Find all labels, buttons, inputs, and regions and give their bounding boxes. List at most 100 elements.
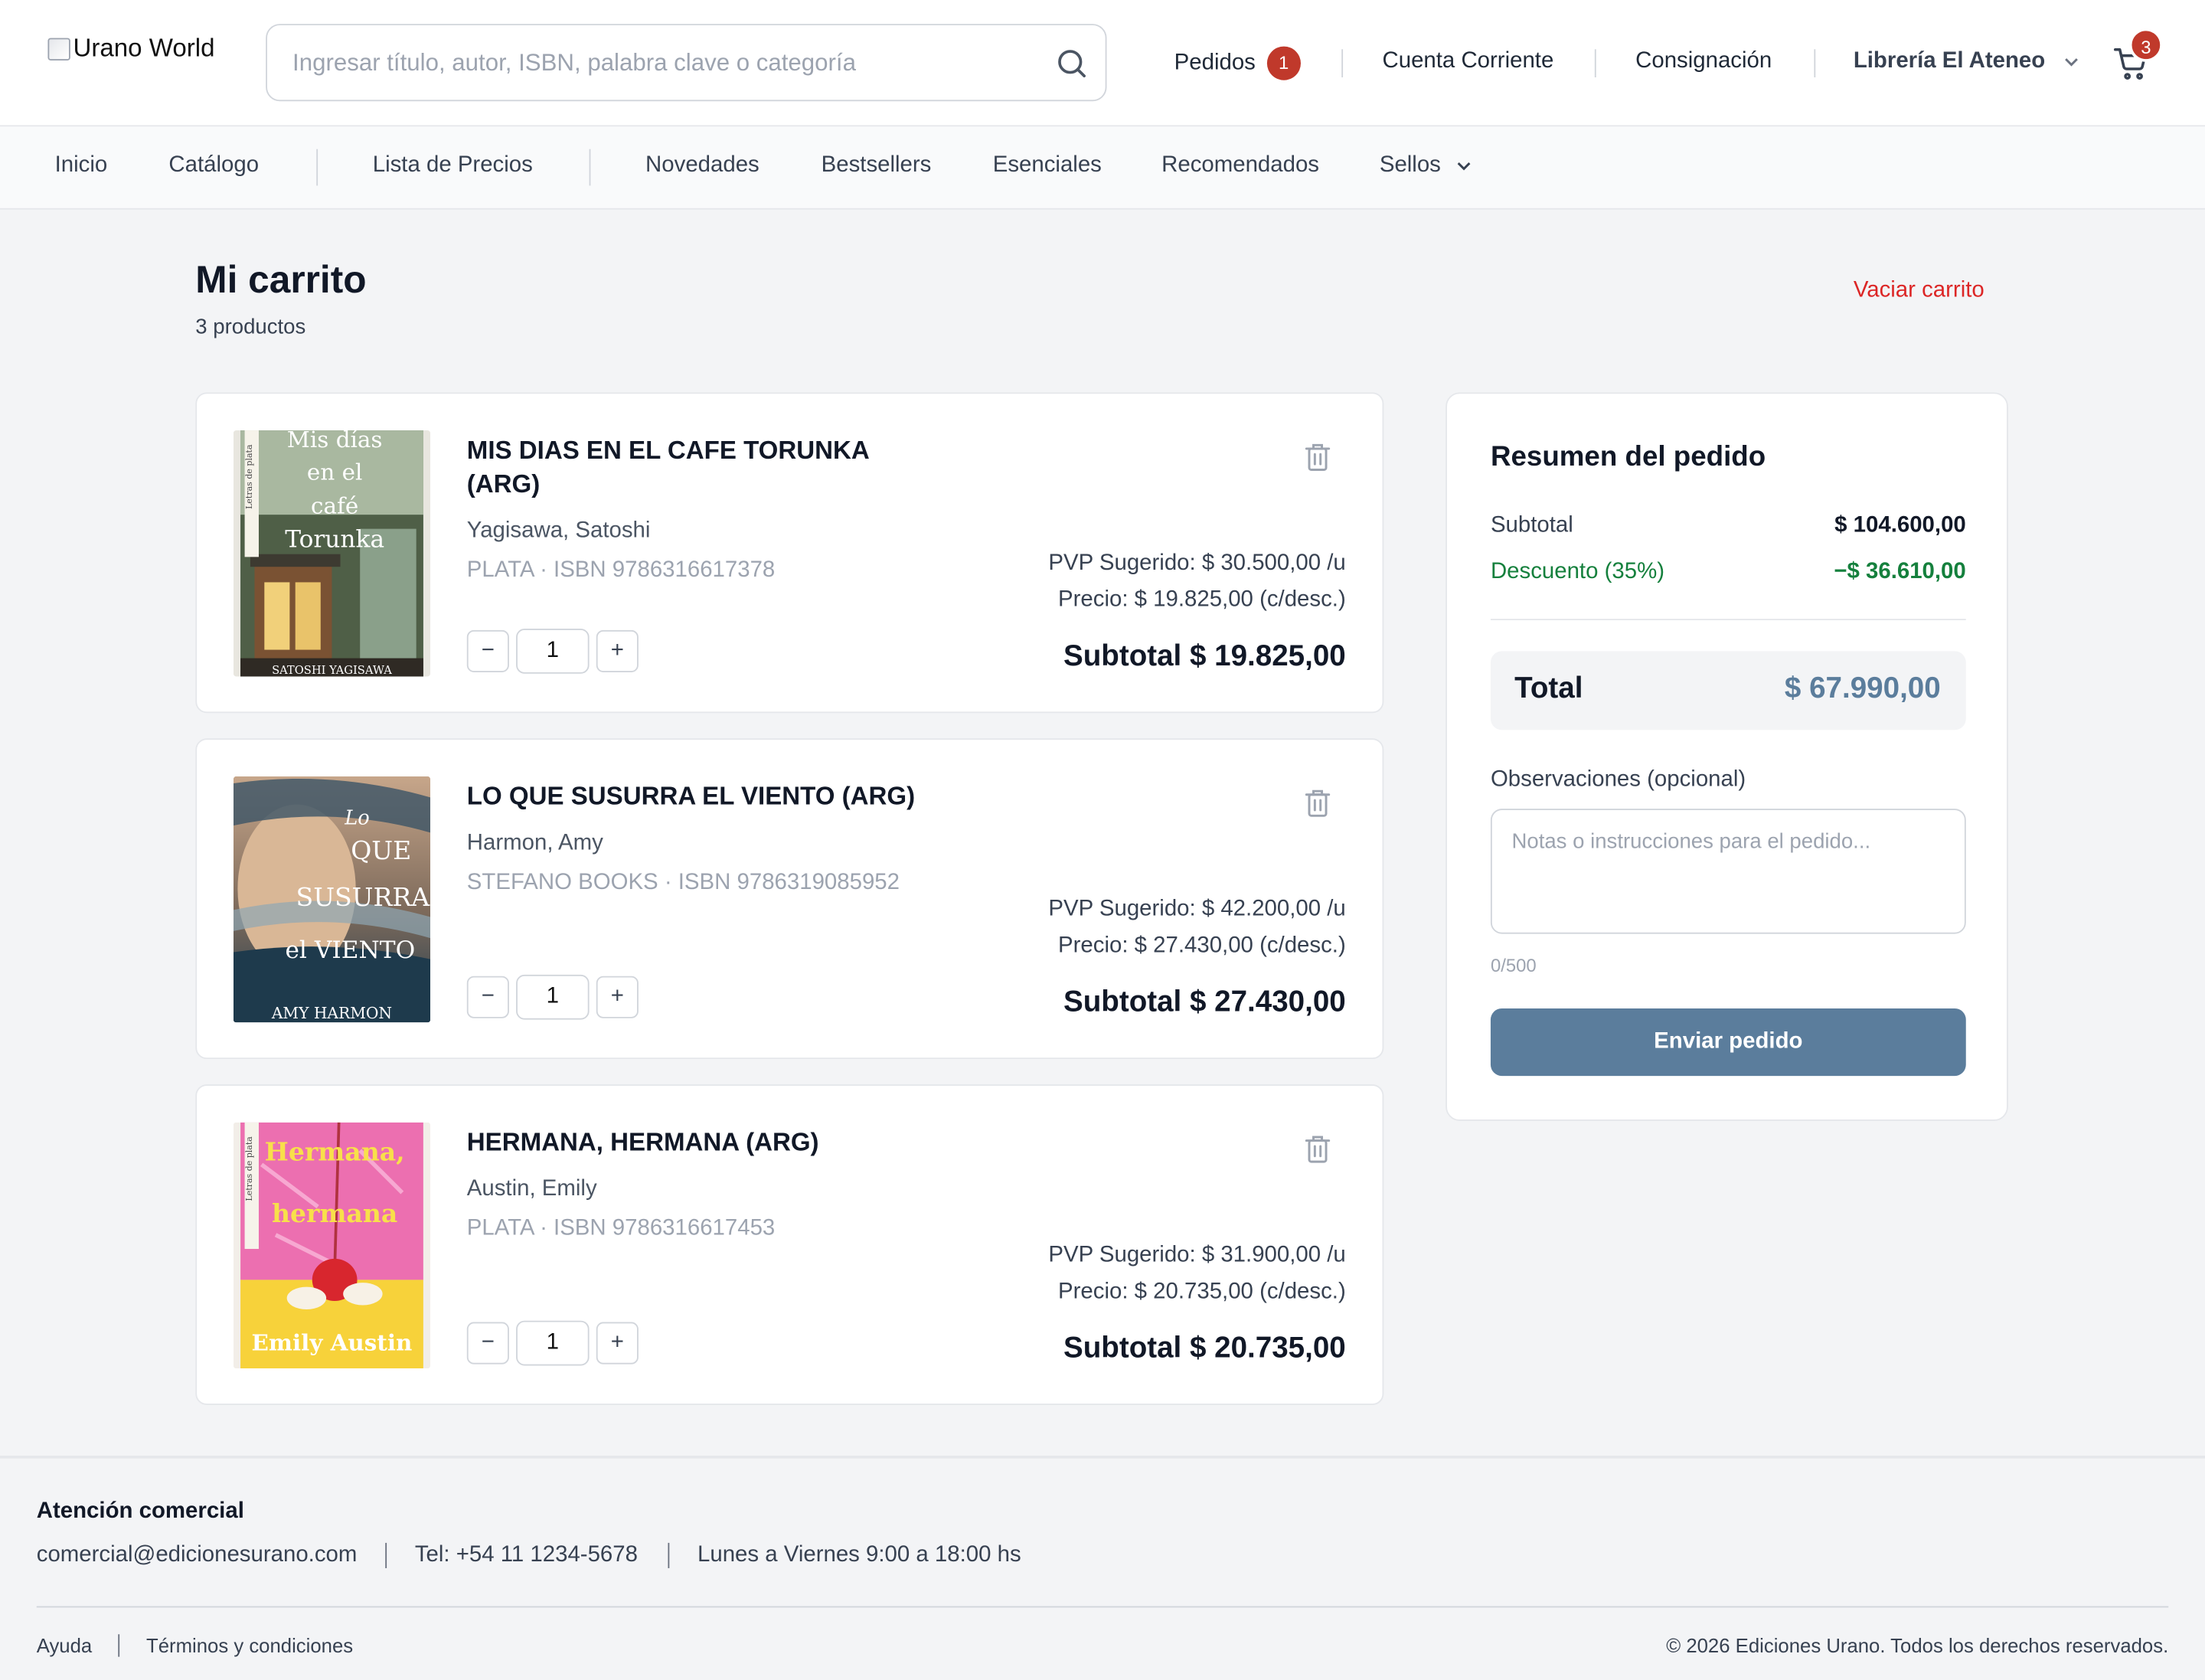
svg-text:café: café bbox=[311, 492, 358, 518]
qty-increment-button[interactable]: + bbox=[596, 1322, 639, 1365]
footer-help-link[interactable]: Ayuda bbox=[37, 1634, 92, 1656]
product-author: Yagisawa, Satoshi bbox=[466, 518, 651, 543]
cover-spine-text: Letras de plata bbox=[244, 1136, 254, 1201]
total-box: Total $ 67.990,00 bbox=[1490, 651, 1966, 731]
product-author: Austin, Emily bbox=[466, 1177, 597, 1201]
pvp-suggested: PVP Sugerido: $ 30.500,00 /u bbox=[1048, 551, 1346, 576]
broken-image-icon bbox=[47, 37, 70, 60]
trash-icon[interactable] bbox=[1304, 442, 1332, 472]
cat-sellos-label: Sellos bbox=[1379, 153, 1441, 178]
notes-textarea[interactable]: Notas o instrucciones para el pedido... bbox=[1490, 809, 1966, 934]
cat-recomendados[interactable]: Recomendados bbox=[1161, 153, 1319, 178]
subtotal-label: Subtotal bbox=[1490, 513, 1573, 538]
order-summary: Resumen del pedido Subtotal $ 104.600,00… bbox=[1446, 392, 2008, 1121]
top-header: Urano World Ingresar título, autor, ISBN… bbox=[0, 0, 2205, 127]
svg-text:Torunka: Torunka bbox=[285, 525, 384, 553]
cover-spine-text: Letras de plata bbox=[244, 444, 254, 509]
cat-bestsellers[interactable]: Bestsellers bbox=[822, 153, 932, 178]
footer-email[interactable]: comercial@edicionesurano.com bbox=[37, 1543, 358, 1568]
subtotal-value: $ 104.600,00 bbox=[1834, 513, 1966, 538]
footer-copyright: © 2026 Ediciones Urano. Todos los derech… bbox=[1666, 1634, 2169, 1657]
cover-art-torunka: Letras de plata Mis días en el café Toru… bbox=[233, 430, 431, 677]
cart-item: Letras de plata Hermana, hermana Emily A… bbox=[195, 1084, 1384, 1405]
divider bbox=[1814, 49, 1816, 78]
nav-cuenta-corriente[interactable]: Cuenta Corriente bbox=[1383, 49, 1554, 74]
search-icon[interactable] bbox=[1055, 47, 1089, 80]
account-name: Librería El Ateneo bbox=[1853, 49, 2046, 74]
notes-placeholder: Notas o instrucciones para el pedido... bbox=[1511, 829, 1871, 854]
item-subtotal: Subtotal $ 20.735,00 bbox=[1063, 1332, 1346, 1365]
divider bbox=[1490, 619, 1966, 621]
footer-terms-link[interactable]: Términos y condiciones bbox=[146, 1634, 353, 1656]
product-meta: PLATA · ISBN 9786316617453 bbox=[466, 1216, 776, 1241]
divider bbox=[36, 1606, 2169, 1608]
qty-decrement-button[interactable]: − bbox=[466, 976, 509, 1018]
cat-lista-precios[interactable]: Lista de Precios bbox=[373, 153, 533, 178]
page-title: Mi carrito bbox=[195, 258, 367, 302]
svg-text:Mis días: Mis días bbox=[287, 430, 383, 453]
trash-icon[interactable] bbox=[1304, 788, 1332, 819]
nav-pedidos[interactable]: Pedidos 1 bbox=[1174, 46, 1301, 80]
cover-title-1: Hermana, bbox=[265, 1136, 405, 1166]
cover-title-4: el VIENTO bbox=[285, 936, 415, 964]
trash-icon[interactable] bbox=[1304, 1133, 1332, 1164]
qty-increment-button[interactable]: + bbox=[596, 629, 639, 672]
product-meta: PLATA · ISBN 9786316617378 bbox=[466, 558, 776, 583]
pvp-suggested: PVP Sugerido: $ 42.200,00 /u bbox=[1048, 897, 1346, 922]
footer-heading: Atención comercial bbox=[36, 1499, 244, 1524]
divider bbox=[589, 149, 591, 186]
divider bbox=[668, 1542, 670, 1568]
clear-cart-button[interactable]: Vaciar carrito bbox=[1854, 279, 1984, 304]
pvp-suggested: PVP Sugerido: $ 31.900,00 /u bbox=[1048, 1243, 1346, 1267]
footer-hours: Lunes a Viernes 9:00 a 18:00 hs bbox=[697, 1542, 1021, 1567]
cat-catalogo[interactable]: Catálogo bbox=[168, 153, 259, 178]
unit-price: Precio: $ 20.735,00 (c/desc.) bbox=[1058, 1280, 1346, 1304]
cover-title-3: SUSURRA bbox=[296, 882, 430, 912]
notes-label: Observaciones (opcional) bbox=[1490, 767, 1746, 793]
book-cover: Lo QUE SUSURRA el VIENTO AMY HARMON bbox=[233, 776, 431, 1023]
product-title[interactable]: HERMANA, HERMANA (ARG) bbox=[467, 1125, 1057, 1159]
cover-author: SATOSHI YAGISAWA bbox=[272, 664, 392, 677]
divider bbox=[1341, 49, 1344, 78]
item-subtotal: Subtotal $ 19.825,00 bbox=[1063, 639, 1346, 672]
unit-price: Precio: $ 19.825,00 (c/desc.) bbox=[1058, 587, 1346, 612]
product-title[interactable]: MIS DIAS EN EL CAFE TORUNKA (ARG) bbox=[467, 433, 889, 501]
product-author: Harmon, Amy bbox=[466, 831, 603, 855]
cat-esenciales[interactable]: Esenciales bbox=[993, 153, 1102, 178]
divider bbox=[118, 1634, 120, 1657]
cat-inicio[interactable]: Inicio bbox=[55, 153, 108, 178]
search-input[interactable]: Ingresar título, autor, ISBN, palabra cl… bbox=[266, 24, 1107, 102]
divider bbox=[385, 1542, 387, 1568]
nav-consignacion[interactable]: Consignación bbox=[1635, 49, 1772, 74]
qty-input[interactable]: 1 bbox=[516, 1320, 590, 1366]
logo[interactable]: Urano World bbox=[47, 34, 215, 64]
qty-decrement-button[interactable]: − bbox=[466, 1322, 509, 1365]
pedidos-badge: 1 bbox=[1266, 46, 1301, 80]
product-count: 3 productos bbox=[195, 315, 306, 339]
cover-title-2: hermana bbox=[272, 1198, 397, 1228]
qty-input[interactable]: 1 bbox=[516, 974, 590, 1020]
quantity-stepper: − 1 + bbox=[466, 1320, 639, 1366]
quantity-stepper: − 1 + bbox=[466, 974, 639, 1020]
divider bbox=[316, 149, 318, 186]
total-label: Total bbox=[1514, 672, 1583, 705]
search-placeholder: Ingresar título, autor, ISBN, palabra cl… bbox=[292, 49, 856, 77]
account-menu[interactable]: Librería El Ateneo bbox=[1854, 49, 2079, 74]
send-order-button[interactable]: Enviar pedido bbox=[1490, 1008, 1966, 1077]
cover-author: Emily Austin bbox=[252, 1329, 413, 1355]
quantity-stepper: − 1 + bbox=[466, 629, 639, 674]
category-nav: Inicio Catálogo Lista de Precios Novedad… bbox=[0, 126, 2205, 210]
cat-sellos[interactable]: Sellos bbox=[1380, 153, 1472, 178]
product-title[interactable]: LO QUE SUSURRA EL VIENTO (ARG) bbox=[467, 780, 1057, 813]
qty-decrement-button[interactable]: − bbox=[466, 629, 509, 672]
qty-increment-button[interactable]: + bbox=[596, 976, 639, 1018]
total-value: $ 67.990,00 bbox=[1784, 672, 1941, 705]
svg-text:en el: en el bbox=[307, 459, 362, 485]
cover-art-susurra: Lo QUE SUSURRA el VIENTO AMY HARMON bbox=[233, 776, 431, 1023]
book-cover: Letras de plata Mis días en el café Toru… bbox=[233, 430, 431, 677]
unit-price: Precio: $ 27.430,00 (c/desc.) bbox=[1058, 933, 1346, 958]
cat-novedades[interactable]: Novedades bbox=[645, 153, 760, 178]
qty-input[interactable]: 1 bbox=[516, 629, 590, 674]
product-meta: STEFANO BOOKS · ISBN 9786319085952 bbox=[466, 870, 900, 895]
item-subtotal: Subtotal $ 27.430,00 bbox=[1063, 985, 1346, 1018]
